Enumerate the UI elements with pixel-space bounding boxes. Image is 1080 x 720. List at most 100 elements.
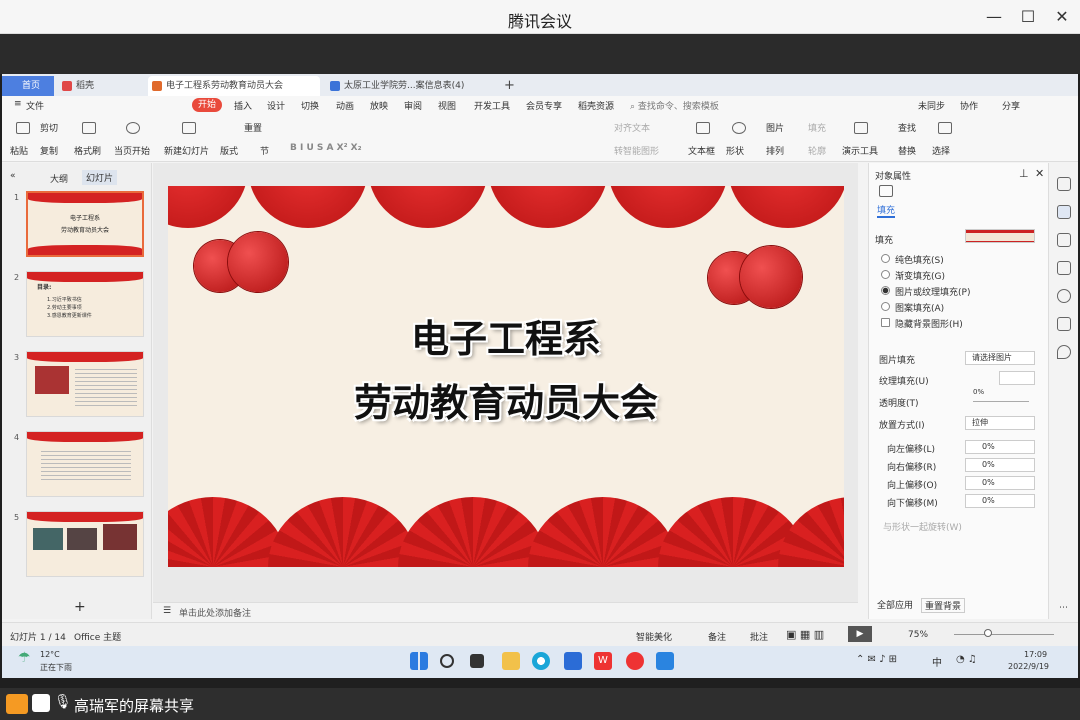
shape-icon[interactable] [732, 122, 746, 134]
offset-left-input[interactable]: 0% [965, 440, 1035, 454]
presentation-tools-button[interactable]: 演示工具 [842, 144, 878, 157]
align-text-button[interactable]: 对齐文本 [614, 121, 650, 134]
task-view-icon[interactable] [470, 654, 484, 668]
picture-fill-select[interactable]: 请选择图片 [965, 351, 1035, 365]
pin-icon[interactable] [1057, 233, 1071, 247]
play-slideshow-button[interactable]: ▶ [848, 626, 872, 642]
apply-all-button[interactable]: 全部应用 [877, 598, 913, 611]
add-slide-button[interactable]: + [74, 599, 86, 615]
view-mode-buttons[interactable]: ▣ ▦ ▥ [786, 628, 824, 641]
menu-developer[interactable]: 开发工具 [474, 99, 510, 112]
start-icon[interactable] [410, 652, 428, 670]
hamburger-icon[interactable]: ≡ [14, 99, 22, 109]
zoom-slider[interactable] [954, 634, 1054, 635]
slide-thumb-1[interactable]: 电子工程系 劳动教育动员大会 [26, 191, 144, 257]
netease-music-icon[interactable] [626, 652, 644, 670]
share-button[interactable]: 分享 [1002, 99, 1020, 112]
collaborate-button[interactable]: 协作 [960, 99, 978, 112]
collapse-panel-icon[interactable]: « [10, 171, 16, 181]
radio-solid-fill[interactable] [881, 254, 890, 263]
menu-review[interactable]: 审阅 [404, 99, 422, 112]
menu-member[interactable]: 会员专享 [526, 99, 562, 112]
tray-icons[interactable]: ⌃ ✉ ♪ ⊞ [856, 654, 897, 665]
zoom-level[interactable]: 75% [908, 630, 928, 640]
offset-down-input[interactable]: 0% [965, 494, 1035, 508]
location-icon[interactable] [1057, 345, 1071, 359]
style-icon[interactable] [1057, 177, 1071, 191]
offset-up-input[interactable]: 0% [965, 476, 1035, 490]
clock-time[interactable]: 17:09 [1024, 650, 1047, 659]
tab-docer[interactable]: 稻壳 [58, 76, 138, 96]
more-icon[interactable]: ⋯ [1059, 603, 1068, 613]
layout-button[interactable]: 版式 [220, 144, 238, 157]
format-painter-icon[interactable] [82, 122, 96, 134]
reset-button[interactable]: 重置 [244, 121, 262, 134]
outline-tab[interactable]: 大纲 [50, 172, 68, 185]
transparency-slider[interactable] [973, 401, 1029, 402]
replace-button[interactable]: 替换 [898, 144, 916, 157]
panel-pin-icon[interactable]: ⊥ [1019, 167, 1029, 180]
outline-button[interactable]: 轮廓 [808, 144, 826, 157]
minimize-button[interactable]: — [982, 6, 1006, 28]
offset-right-input[interactable]: 0% [965, 458, 1035, 472]
picture-button[interactable]: 图片 [766, 121, 784, 134]
tab-spreadsheet[interactable]: 太原工业学院劳...案信息表(4) [326, 76, 498, 96]
shape-button[interactable]: 形状 [726, 144, 744, 157]
play-icon[interactable] [126, 122, 140, 134]
slide-title-line2[interactable]: 劳动教育动员大会 [168, 372, 844, 427]
search-taskbar-icon[interactable] [440, 654, 454, 668]
arrange-button[interactable]: 排列 [766, 144, 784, 157]
slide-thumb-5[interactable] [26, 511, 144, 577]
presentation-tools-icon[interactable] [854, 122, 868, 134]
maximize-button[interactable]: ☐ [1016, 6, 1040, 28]
comments-button[interactable]: 批注 [750, 630, 768, 643]
radio-gradient-fill[interactable] [881, 270, 890, 279]
menu-home[interactable]: 开始 [192, 98, 223, 112]
texture-select[interactable] [999, 371, 1035, 385]
slide-canvas[interactable]: 电子工程系 劳动教育动员大会 [168, 186, 844, 567]
weather-icon[interactable]: ☂ [18, 650, 31, 666]
wps-icon[interactable]: W [594, 652, 612, 670]
smart-beautify-button[interactable]: 智能美化 [636, 630, 672, 643]
font-style-buttons[interactable]: B I U S A X² X₂ [290, 143, 362, 153]
menu-view[interactable]: 视图 [438, 99, 456, 112]
properties-icon[interactable] [1057, 205, 1071, 219]
slide-title-line1[interactable]: 电子工程系 [168, 308, 844, 363]
radio-picture-fill[interactable] [881, 286, 890, 295]
wifi-icon[interactable]: ◔ ♫ [956, 654, 977, 665]
fill-bucket-icon[interactable] [879, 185, 893, 197]
slide-thumb-4[interactable] [26, 431, 144, 497]
notes-placeholder[interactable]: 单击此处添加备注 [179, 606, 251, 619]
rotate-with-shape-checkbox[interactable]: 与形状一起旋转(W) [883, 520, 962, 533]
slide-thumb-3[interactable] [26, 351, 144, 417]
file-explorer-icon[interactable] [502, 652, 520, 670]
section-button[interactable]: 节 [260, 144, 269, 157]
tab-home[interactable]: 首页 [2, 76, 54, 96]
placement-select[interactable]: 拉伸 [965, 416, 1035, 430]
cut-button[interactable]: 剪切 [40, 121, 58, 134]
new-slide-icon[interactable] [182, 122, 196, 134]
play-from-current-button[interactable]: 当页开始 [114, 144, 150, 157]
select-button[interactable]: 选择 [932, 144, 950, 157]
fill-preview-dropdown[interactable] [965, 229, 1035, 243]
checkbox-hide-background[interactable] [881, 318, 890, 327]
paste-icon[interactable] [16, 122, 30, 134]
menu-insert[interactable]: 插入 [234, 99, 252, 112]
meeting-app-icon[interactable] [656, 652, 674, 670]
find-button[interactable]: 查找 [898, 121, 916, 134]
textbox-button[interactable]: 文本框 [688, 144, 715, 157]
zoom-slider-thumb[interactable] [984, 629, 992, 637]
clock-date[interactable]: 2022/9/19 [1008, 662, 1049, 671]
new-tab-button[interactable]: + [500, 76, 518, 96]
textbox-icon[interactable] [696, 122, 710, 134]
menu-animation[interactable]: 动画 [336, 99, 354, 112]
copy-button[interactable]: 复制 [40, 144, 58, 157]
menu-docer-resources[interactable]: 稻壳资源 [578, 99, 614, 112]
menu-design[interactable]: 设计 [267, 99, 285, 112]
new-slide-button[interactable]: 新建幻灯片 [164, 144, 209, 157]
slides-tab[interactable]: 幻灯片 [82, 170, 118, 185]
fill-button[interactable]: 填充 [808, 121, 826, 134]
slide-thumb-2[interactable]: 目录: 1.习近平致书信 2.劳动主要事项 3.感恩教育更新课件 [26, 271, 144, 337]
copy-icon[interactable] [1057, 261, 1071, 275]
sync-status[interactable]: 未同步 [918, 99, 945, 112]
